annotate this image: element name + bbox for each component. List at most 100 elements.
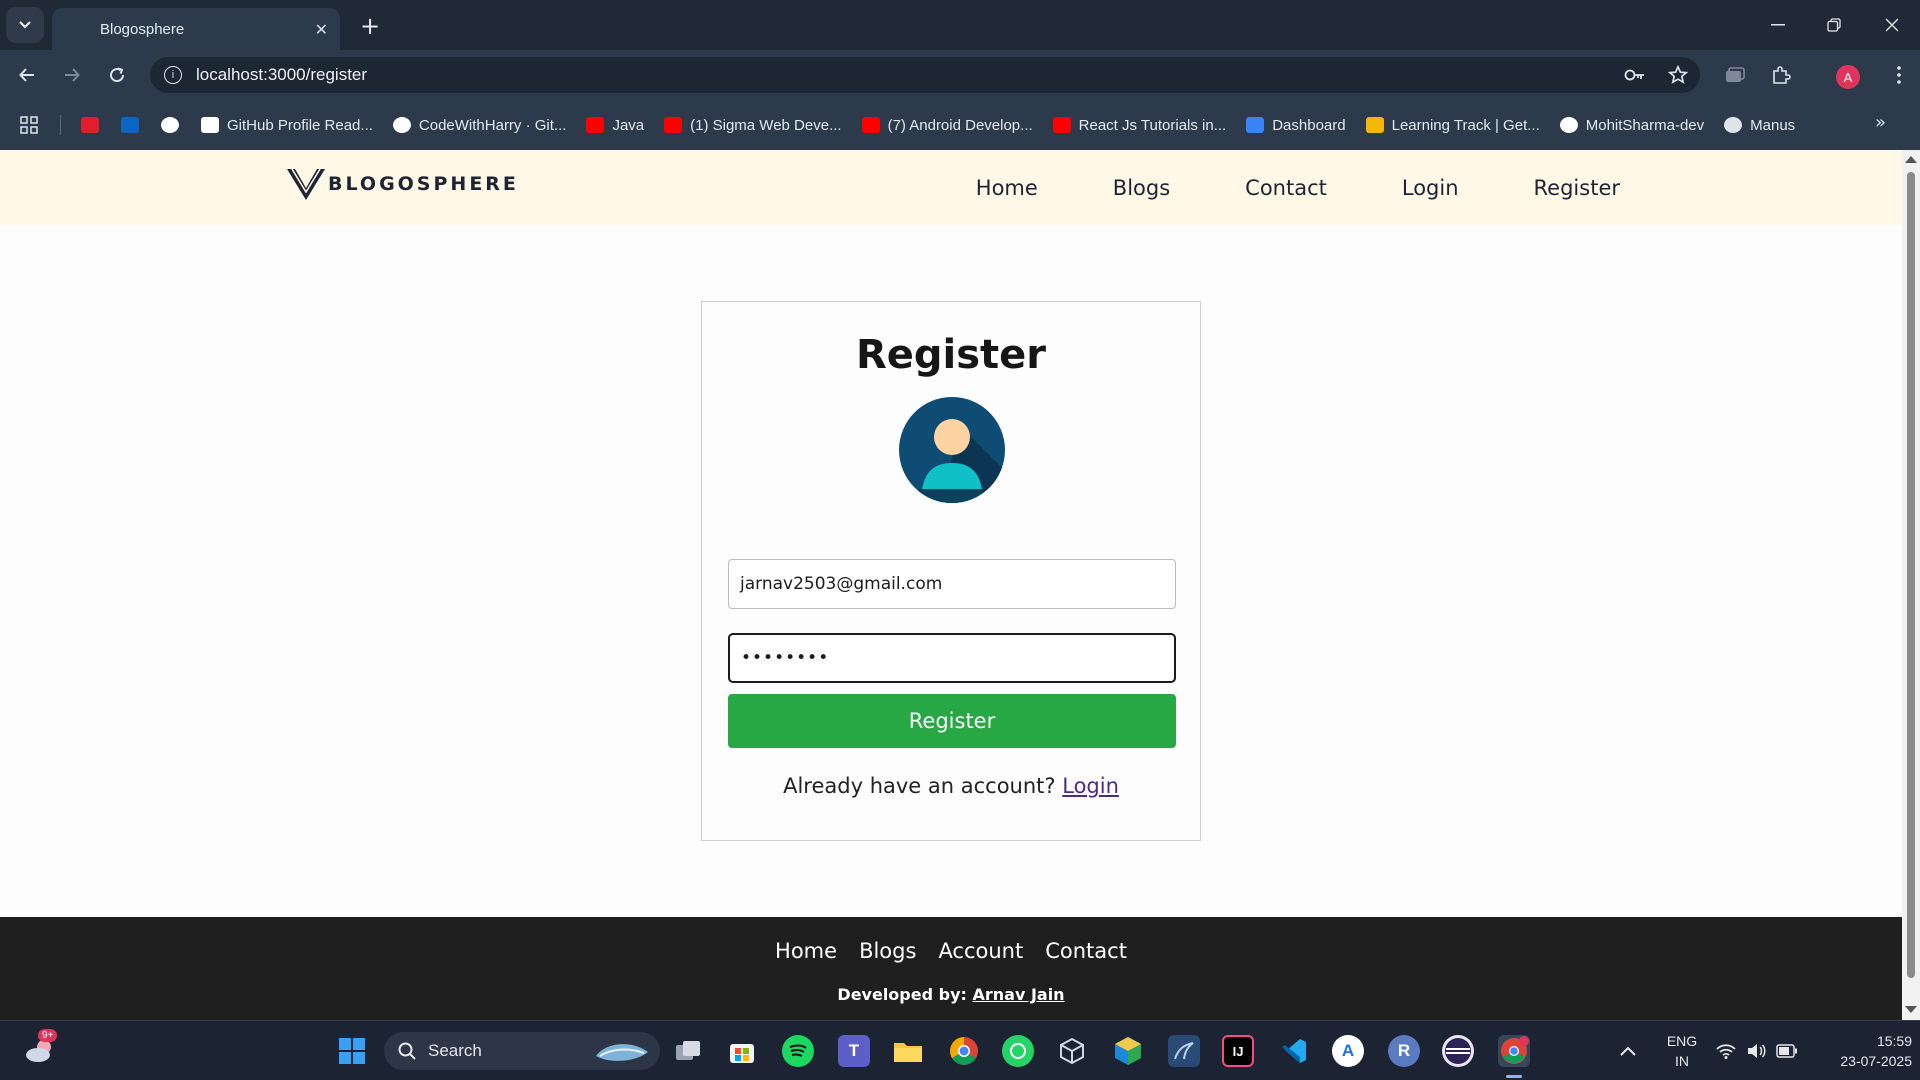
bookmark-item[interactable]: Manus [1724,117,1795,134]
spotify-app[interactable] [782,1035,814,1067]
file-explorer-app[interactable] [892,1035,924,1067]
bookmark-item[interactable]: React Js Tutorials in... [1052,117,1226,134]
teams-app[interactable]: T [838,1035,870,1067]
bookmark-star-icon[interactable] [1668,65,1688,85]
bookmark-item[interactable]: Learning Track | Get... [1365,117,1540,134]
tab-search-button[interactable] [6,7,44,43]
email-field[interactable]: jarnav2503@gmail.com [728,559,1176,609]
bookmark-item[interactable]: (1) Sigma Web Deve... [664,116,842,134]
battery-icon [1776,1044,1797,1058]
show-hidden-icons[interactable] [1620,1021,1636,1080]
site-nav: Home Blogs Contact Login Register [976,150,1620,225]
scroll-up-icon[interactable] [1905,156,1917,163]
bookmark-item[interactable]: Dashboard [1246,117,1346,134]
dashboard-icon [1246,117,1265,133]
reload-button[interactable] [100,58,134,92]
scroll-thumb[interactable] [1907,172,1915,978]
site-info-icon[interactable]: i [164,66,182,84]
bookmark-label: (1) Sigma Web Deve... [690,116,842,134]
task-view-button[interactable] [672,1035,704,1067]
nav-home[interactable]: Home [976,176,1038,200]
bookmark-label: Java [612,116,645,134]
system-tray[interactable] [1716,1021,1798,1080]
tab-groups-button[interactable] [1720,60,1750,90]
a-app[interactable]: A [1332,1035,1364,1067]
scroll-down-icon[interactable] [1905,1006,1917,1013]
clock-date: 23-07-2025 [1840,1053,1912,1069]
eclipse-app[interactable] [1442,1035,1474,1067]
workbench-app[interactable] [1168,1035,1200,1067]
site-logo[interactable]: BLOGOSPHERE [286,166,519,202]
store-app[interactable] [726,1035,758,1067]
vscode-app[interactable] [1278,1035,1310,1067]
chart-icon [1365,117,1384,133]
browser-menu-button[interactable] [1884,60,1914,90]
forward-button[interactable] [55,58,89,92]
footer-nav-contact[interactable]: Contact [1045,939,1127,963]
address-bar[interactable]: i localhost:3000/register [150,57,1700,93]
footer-nav-account[interactable]: Account [938,939,1023,963]
browser-tab-active[interactable]: Blogosphere ✕ [52,8,340,50]
whatsapp-icon [1010,1043,1026,1059]
new-tab-button[interactable]: + [352,8,388,44]
password-key-icon[interactable] [1624,68,1646,82]
browser-tabstrip: Blogosphere ✕ + [0,0,1920,50]
footer-nav-home[interactable]: Home [775,939,837,963]
intellij-app[interactable]: IJ [1222,1035,1254,1067]
whatsapp-app[interactable] [1002,1035,1034,1067]
apps-grid-icon [20,116,38,134]
bookmark-item[interactable]: CodeWithHarry · Git... [392,117,566,134]
tab-close-icon[interactable]: ✕ [315,20,328,39]
minimize-button[interactable] [1750,0,1806,50]
vivaldi-icon [81,117,99,133]
volume-icon [1748,1044,1766,1058]
chevron-down-icon [19,21,31,29]
password-field[interactable]: •••••••• [728,633,1176,683]
spotify-icon [789,1044,807,1057]
restore-button[interactable] [1806,0,1862,50]
bookmark-label: GitHub Profile Read... [227,116,373,134]
bookmark-item[interactable]: MohitSharma-dev [1559,117,1704,134]
virtualbox-app[interactable] [1056,1035,1088,1067]
nav-blogs[interactable]: Blogs [1113,176,1170,200]
back-button[interactable] [10,58,44,92]
bookmark-item[interactable]: GitHub Profile Read... [201,117,373,134]
language-indicator[interactable]: ENG IN [1662,1031,1702,1071]
close-window-button[interactable] [1864,0,1920,50]
profile-avatar[interactable]: A [1836,65,1860,89]
clock-time: 15:59 [1876,1033,1912,1049]
arrow-left-icon [19,68,34,82]
bookmarks-overflow-icon[interactable]: » [1875,112,1886,133]
extensions-button[interactable] [1766,60,1796,90]
hex-app[interactable] [1112,1035,1144,1067]
bookmark-item[interactable] [121,117,139,133]
login-prompt-text: Already have an account? [783,774,1056,798]
bookmarks-separator [60,115,61,135]
taskbar-clock[interactable]: 15:59 23-07-2025 [1812,1031,1912,1071]
nav-register[interactable]: Register [1534,176,1620,200]
active-app-indicator [1506,1075,1522,1078]
taskbar-search[interactable]: Search [384,1032,660,1070]
credit-author-link[interactable]: Arnav Jain [972,985,1064,1004]
app-a-icon: A [1341,1041,1355,1060]
close-icon [1885,18,1899,32]
chrome-app-active[interactable] [1498,1035,1530,1067]
nav-login[interactable]: Login [1402,176,1459,200]
bookmark-item[interactable] [81,117,99,133]
linkedin-icon [121,117,139,133]
r-app[interactable]: R [1388,1035,1420,1067]
bookmark-item[interactable]: Java [586,117,644,134]
apps-grid-button[interactable] [20,116,38,134]
bookmark-item[interactable] [161,117,179,133]
chrome-app-1[interactable] [948,1035,980,1067]
footer-nav-blogs[interactable]: Blogs [859,939,916,963]
login-link[interactable]: Login [1062,774,1119,798]
chrome-icon [950,1037,978,1065]
page-scrollbar[interactable] [1902,150,1920,1020]
windows-taskbar: 9+ Search T IJ A R ENG IN 15:59 23-07-20… [0,1020,1920,1080]
start-button[interactable] [336,1035,368,1067]
nav-contact[interactable]: Contact [1245,176,1327,200]
bookmark-item[interactable]: (7) Android Develop... [861,117,1033,134]
register-button[interactable]: Register [728,694,1176,748]
puzzle-icon [1773,66,1791,84]
